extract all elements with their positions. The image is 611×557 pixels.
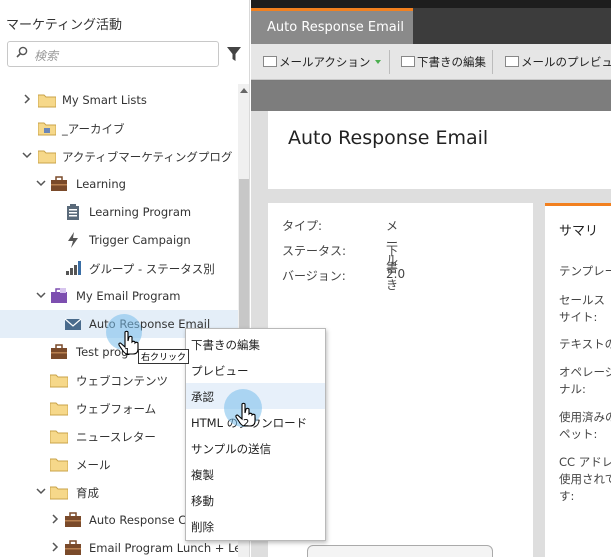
summary-line: 使用済みの: [559, 410, 611, 424]
email-program-icon: [51, 288, 67, 303]
tree-item-label: Learning Program: [89, 205, 192, 219]
step-number: 2: [243, 418, 250, 429]
tree-item-learning[interactable]: Learning: [0, 170, 238, 198]
summary-line: 使用されて: [559, 472, 611, 486]
envelope-icon: [64, 318, 82, 330]
email-preview-label: メールのプレビュー: [521, 55, 611, 69]
tree-item-trigger-campaign[interactable]: Trigger Campaign: [0, 226, 238, 254]
search-placeholder: 検索: [34, 49, 59, 63]
tree-item-my-email-program[interactable]: My Email Program: [0, 282, 238, 310]
menu-item-clone[interactable]: 複製: [186, 461, 325, 487]
summary-line: ペット:: [559, 427, 598, 441]
summary-line: テンプレー: [559, 264, 611, 278]
step-number: 1: [124, 347, 131, 358]
title-card: Auto Response Email: [268, 111, 611, 189]
edit-draft-label: 下書きの編集: [417, 55, 486, 69]
chevron-down-icon[interactable]: [36, 178, 46, 188]
context-menu: 下書きの編集 プレビュー 承認 HTML のダウンロード サンプルの送信 複製 …: [185, 328, 326, 541]
summary-line: セールス: [559, 293, 605, 307]
summary-line: ナル:: [559, 382, 586, 396]
lightning-icon: [68, 232, 78, 248]
summary-header: サマリ: [559, 224, 599, 239]
summary-line: す:: [559, 489, 575, 503]
summary-line: サイト:: [559, 310, 598, 324]
email-actions-icon: [263, 56, 277, 67]
edit-draft-icon: [401, 56, 415, 67]
info-key: ステータス:: [282, 244, 347, 258]
tree-item-label: My Smart Lists: [62, 93, 147, 107]
email-actions-label: メールアクション: [279, 55, 371, 69]
toolbar-divider: [389, 50, 390, 74]
folder-icon: [50, 374, 68, 388]
page-title: Auto Response Email: [288, 127, 489, 149]
tree-item-label: Email Program Lunch + Learn: [89, 541, 250, 555]
chevron-down-icon[interactable]: [36, 290, 46, 300]
tree-item-label: ウェブフォーム: [76, 402, 157, 416]
info-key: タイプ:: [282, 219, 323, 233]
filter-icon[interactable]: [227, 46, 241, 62]
header-band: [251, 81, 611, 111]
panel-title: マーケティング活動: [6, 18, 122, 33]
menu-item-send-sample[interactable]: サンプルの送信: [186, 435, 325, 461]
bar-chart-icon: [66, 261, 81, 275]
tree-item-label: ニュースレター: [76, 430, 156, 444]
folder-icon: [38, 94, 56, 108]
tree-item-label: _アーカイブ: [62, 122, 125, 136]
chevron-right-icon[interactable]: [50, 542, 60, 552]
bottom-button[interactable]: [307, 545, 493, 557]
tree-item-label: 育成: [76, 486, 99, 500]
menu-item-edit-draft[interactable]: 下書きの編集: [186, 331, 325, 357]
folder-icon: [50, 430, 68, 444]
tree-item-label: グループ - ステータス別: [89, 262, 215, 276]
info-value: 2.0: [386, 267, 406, 281]
summary-line: オペレージ: [559, 365, 611, 379]
menu-item-preview[interactable]: プレビュー: [186, 357, 325, 383]
toolbar: メールアクション 下書きの編集 メールのプレビュー: [251, 44, 611, 80]
tree-item-label: メール: [76, 458, 111, 472]
search-input[interactable]: 検索: [7, 41, 219, 67]
summary-line: CC アドレ: [559, 455, 611, 469]
edit-draft-button[interactable]: 下書きの編集: [401, 54, 486, 70]
dropdown-caret-icon: [375, 60, 382, 64]
folder-icon: [50, 486, 68, 500]
folder-icon: [50, 458, 68, 472]
info-key: バージョン:: [282, 269, 346, 283]
tree-item-group-by-status[interactable]: グループ - ステータス別: [0, 254, 238, 282]
search-icon: [16, 46, 28, 58]
chevron-down-icon[interactable]: [36, 486, 46, 496]
briefcase-icon: [51, 344, 67, 359]
tree-item-label: アクティブマーケティングプログ: [62, 150, 233, 164]
chevron-right-icon[interactable]: [50, 514, 60, 524]
archive-folder-icon: [38, 122, 56, 136]
scroll-up-arrow-icon[interactable]: [240, 88, 248, 93]
briefcase-icon: [65, 540, 81, 555]
clipboard-icon: [67, 204, 79, 220]
toolbar-divider: [492, 50, 493, 74]
email-preview-button[interactable]: メールのプレビュー: [505, 54, 611, 70]
summary-card: サマリ テンプレー セールス サイト: テキストの オペレージ ナル: 使用済み…: [545, 203, 611, 557]
tree-item-label: My Email Program: [76, 289, 181, 303]
email-actions-button[interactable]: メールアクション: [263, 54, 382, 70]
chevron-down-icon[interactable]: [22, 150, 32, 160]
email-preview-icon: [505, 56, 519, 67]
menu-item-delete[interactable]: 削除: [186, 513, 325, 539]
tree-item-archive[interactable]: _アーカイブ: [0, 114, 238, 142]
right-click-label: 右クリック: [138, 349, 190, 364]
tree-item-active-marketing[interactable]: アクティブマーケティングプログ: [0, 142, 238, 170]
tree-item-label: Learning: [76, 177, 126, 191]
briefcase-icon: [65, 512, 81, 527]
tree-item-label: Trigger Campaign: [89, 233, 191, 247]
tab-auto-response-email[interactable]: Auto Response Email: [251, 8, 413, 44]
briefcase-icon: [51, 176, 67, 191]
tree-item-learning-program[interactable]: Learning Program: [0, 198, 238, 226]
folder-icon: [50, 402, 68, 416]
top-strip: [251, 0, 611, 8]
summary-line: テキストの: [559, 337, 611, 351]
menu-item-move[interactable]: 移動: [186, 487, 325, 513]
tree-item-my-smart-lists[interactable]: My Smart Lists: [0, 86, 238, 114]
chevron-right-icon[interactable]: [22, 94, 32, 104]
folder-icon: [38, 150, 56, 164]
tree-item-label: ウェブコンテンツ: [76, 374, 168, 388]
